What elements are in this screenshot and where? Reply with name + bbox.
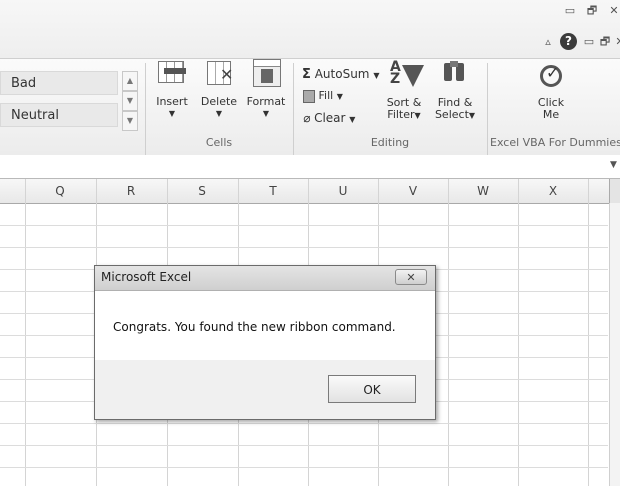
custom-group-label: Excel VBA For Dummies [490,136,620,149]
click-me-button[interactable]: ✓ Click Me [520,59,590,135]
style-bad[interactable]: Bad [0,71,118,95]
fill-label: Fill [318,89,334,102]
ribbon: Bad Neutral ▲ ▼ ▼ Insert ▼ ✕ Delete ▼ Fo… [0,58,620,156]
delete-x-mark: ✕ [220,65,234,84]
app-restore-button[interactable]: 🗗 [584,4,600,18]
find-select-line2: Select [434,108,469,121]
column-header-q[interactable]: Q [25,179,95,203]
clear-button[interactable]: ⌀ Clear ▼ [303,111,355,127]
ribbon-minimize-icon[interactable]: ▵ [540,35,556,49]
delete-label: Delete [200,95,238,108]
editing-group-label: Editing [370,136,410,149]
sort-filter-dropdown-arrow: ▼ [414,111,421,120]
dialog-close-button[interactable]: ✕ [395,269,427,285]
autosum-label: AutoSum [314,67,370,81]
delete-button[interactable]: ✕ Delete ▼ [198,59,240,139]
sort-az-icon: AZ [390,59,401,87]
column-header-r[interactable]: R [96,179,166,203]
gallery-more[interactable]: ▼ [122,111,138,131]
column-header-v[interactable]: V [378,179,448,203]
format-button[interactable]: Format ▼ [243,59,289,139]
eraser-icon: ⌀ [303,111,311,125]
app-minimize-button[interactable]: ▭ [562,4,578,18]
ok-button[interactable]: OK [328,375,416,403]
workbook-restore-button[interactable]: 🗗 [597,35,613,49]
dialog-title-bar: Microsoft Excel ✕ [95,266,435,291]
column-header-w[interactable]: W [448,179,518,203]
dialog-title: Microsoft Excel [101,270,192,284]
column-header-u[interactable]: U [308,179,378,203]
fill-down-icon [303,89,315,103]
column-headers: Q R S T U V W X [0,179,620,204]
insert-arrow-mark [164,68,186,74]
find-select-button[interactable]: Find & Select▼ [432,59,478,139]
insert-button[interactable]: Insert ▼ [150,59,194,139]
format-dropdown-arrow: ▼ [262,109,270,118]
workbook-minimize-button[interactable]: ▭ [581,35,597,49]
insert-dropdown-arrow: ▼ [168,109,176,118]
find-select-label: Find & Select▼ [432,97,478,122]
format-block-mark [261,69,273,83]
message-box: Microsoft Excel ✕ Congrats. You found th… [94,265,436,420]
clear-dropdown-arrow: ▼ [349,115,356,124]
fill-dropdown-arrow: ▼ [336,92,343,101]
gallery-scroll-up[interactable]: ▲ [122,71,138,91]
click-me-label: Click Me [520,97,582,121]
dialog-message: Congrats. You found the new ribbon comma… [113,320,396,334]
format-label: Format [246,95,286,108]
fill-button[interactable]: Fill ▼ [303,89,343,105]
app-close-button[interactable]: ✕ [606,4,620,18]
clear-label: Clear [314,111,346,125]
autosum-button[interactable]: Σ AutoSum ▼ [302,67,379,83]
close-icon: ✕ [406,271,416,284]
funnel-icon [402,65,424,87]
sort-filter-button[interactable]: AZ Sort & Filter▼ [378,59,430,139]
sort-filter-line2: Filter [387,108,415,121]
column-header-x[interactable]: X [518,179,588,203]
column-header-t[interactable]: T [238,179,308,203]
help-icon[interactable]: ? [560,33,577,50]
vertical-scrollbar[interactable] [609,203,620,486]
gallery-scroll-down[interactable]: ▼ [122,91,138,111]
find-select-dropdown-arrow: ▼ [468,111,476,120]
style-neutral[interactable]: Neutral [0,103,118,127]
click-me-line2: Me [542,108,560,121]
insert-label: Insert [156,95,188,108]
checkmark-icon: ✓ [546,63,560,82]
title-bar: ▭ 🗗 ✕ ▵ ? ▭ 🗗 ✕ [0,0,620,58]
expand-formula-bar-icon[interactable]: ▼ [610,160,617,170]
column-header-s[interactable]: S [167,179,237,203]
delete-dropdown-arrow: ▼ [215,109,223,118]
sort-filter-label: Sort & Filter▼ [378,97,430,122]
cells-group-label: Cells [205,136,233,149]
split-box[interactable] [609,179,620,203]
binoculars-bridge [450,61,458,67]
formula-bar[interactable]: ▼ [0,155,620,179]
sigma-icon: Σ [302,67,311,82]
workbook-close-button[interactable]: ✕ [612,35,620,49]
